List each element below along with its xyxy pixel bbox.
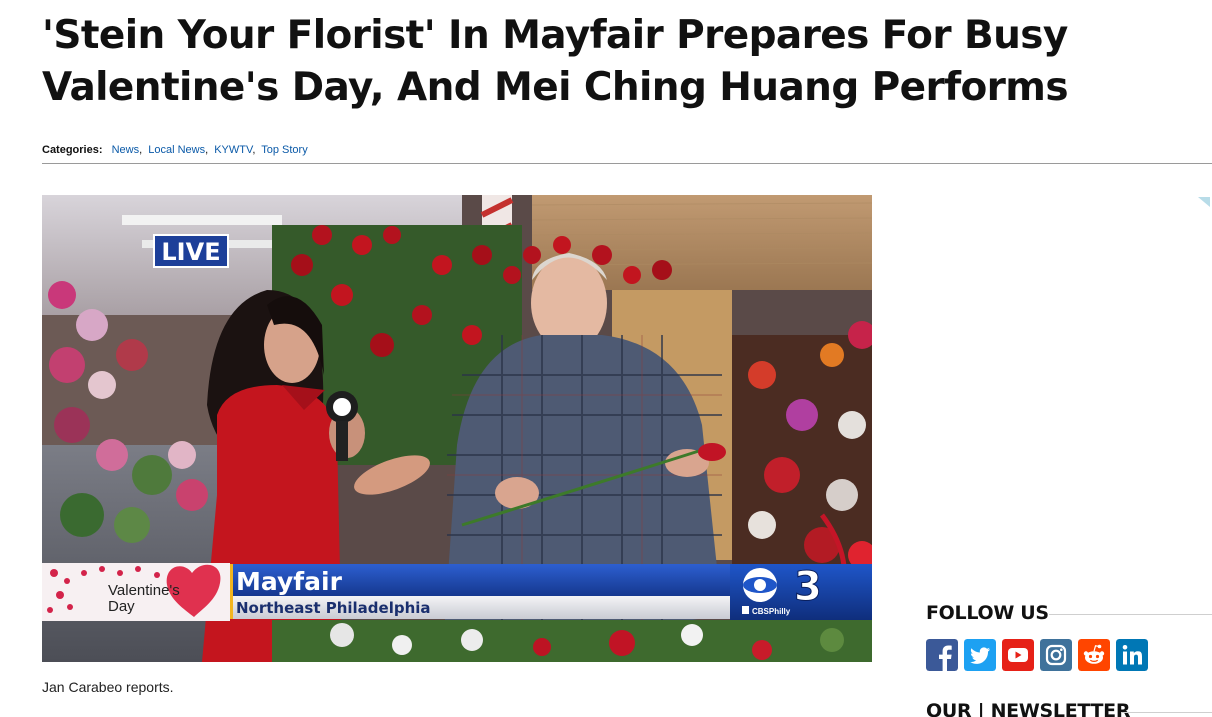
video-player[interactable]: LIVE Valentine's Day Mayfair Northeast P…	[42, 195, 872, 662]
svg-text:Mayfair: Mayfair	[236, 567, 343, 596]
twitter-icon[interactable]	[964, 639, 996, 671]
video-frame: LIVE Valentine's Day Mayfair Northeast P…	[42, 195, 872, 662]
ad-corner-icon[interactable]	[1198, 197, 1210, 207]
live-badge: LIVE	[153, 234, 229, 268]
svg-text:LIVE: LIVE	[161, 238, 220, 266]
svg-text:Day: Day	[108, 598, 135, 615]
svg-text:CBSPhilly: CBSPhilly	[752, 607, 791, 616]
video-caption: Jan Carabeo reports.	[42, 679, 174, 695]
newsletter-rule	[1122, 712, 1212, 713]
category-link-news[interactable]: News	[112, 144, 140, 156]
category-link-local-news[interactable]: Local News	[148, 144, 205, 156]
linkedin-icon[interactable]	[1116, 639, 1148, 671]
category-link-kywtv[interactable]: KYWTV	[214, 144, 252, 156]
follow-us-heading: FOLLOW US	[926, 602, 1049, 624]
categories-label: Categories:	[42, 144, 103, 156]
svg-text:3: 3	[794, 564, 822, 610]
categories-row: Categories: News, Local News, KYWTV, Top…	[42, 144, 308, 156]
article-headline: 'Stein Your Florist' In Mayfair Prepares…	[42, 13, 1069, 110]
youtube-icon[interactable]	[1002, 639, 1034, 671]
facebook-icon[interactable]	[926, 639, 958, 671]
follow-us-rule	[1049, 614, 1212, 615]
category-link-top-story[interactable]: Top Story	[261, 144, 307, 156]
lower-third: Valentine's Day Mayfair Northeast Philad…	[42, 563, 872, 621]
social-icons-row	[926, 639, 1148, 671]
header-divider	[42, 163, 1212, 164]
newsletter-heading: OUR | NEWSLETTER	[926, 700, 1131, 717]
svg-text:Valentine's: Valentine's	[108, 582, 180, 599]
instagram-icon[interactable]	[1040, 639, 1072, 671]
reddit-icon[interactable]	[1078, 639, 1110, 671]
svg-text:Northeast Philadelphia: Northeast Philadelphia	[236, 599, 431, 617]
